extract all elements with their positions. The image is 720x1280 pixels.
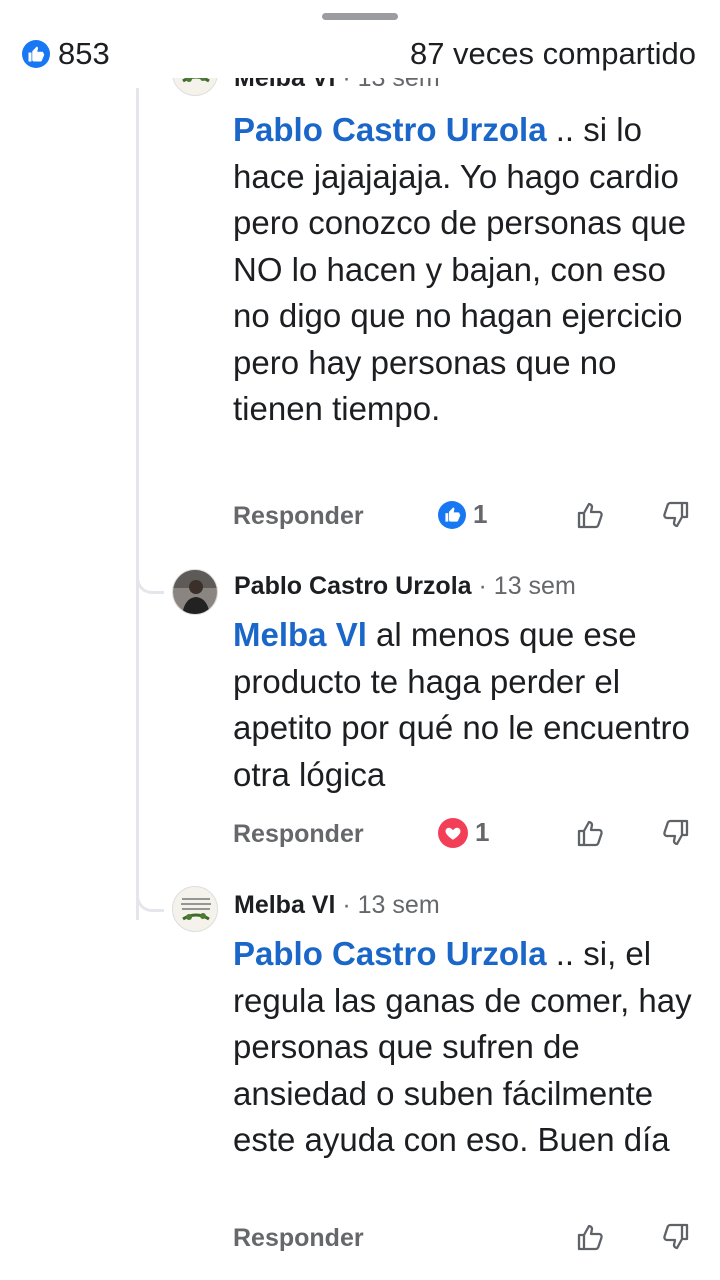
like-reaction-icon xyxy=(438,500,466,529)
comment-text: Pablo Castro Urzola .. si, el regula las… xyxy=(233,931,705,1164)
separator-dot: · xyxy=(478,572,494,600)
comment-time: 13 sem xyxy=(493,572,576,600)
drag-handle[interactable] xyxy=(322,13,398,20)
like-count: 853 xyxy=(58,36,110,71)
comment-author[interactable]: Melba Vl xyxy=(234,891,335,919)
thread-connector xyxy=(136,572,164,594)
comment-mention[interactable]: Melba Vl xyxy=(233,616,367,653)
avatar[interactable] xyxy=(172,569,218,615)
comment-meta: Pablo Castro Urzola · 13 sem xyxy=(234,572,576,601)
thumb-down-outline-icon[interactable] xyxy=(659,1221,691,1253)
reply-button[interactable]: Responder xyxy=(233,1224,364,1253)
reaction-count-value: 1 xyxy=(473,499,488,529)
comment-text: Pablo Castro Urzola .. si lo hace jajaja… xyxy=(233,107,705,433)
comment-meta: Melba Vl · 13 sem xyxy=(234,78,440,93)
reaction-count[interactable]: 1 xyxy=(438,817,489,848)
comments-sheet: 853 87 veces compartido Melba Vl · 13 se… xyxy=(0,0,720,1280)
avatar[interactable] xyxy=(172,886,218,932)
reactions-summary-bar: 853 87 veces compartido xyxy=(0,30,720,78)
comment-time: 13 sem xyxy=(357,891,440,919)
comment-body: .. si lo hace jajajajaja. Yo hago cardio… xyxy=(233,111,687,427)
reaction-count[interactable]: 1 xyxy=(438,499,487,530)
thread-connector xyxy=(136,890,164,912)
comment-actions: Responder 1 xyxy=(233,498,703,538)
reply-button[interactable]: Responder xyxy=(233,502,364,531)
reaction-count-value: 1 xyxy=(475,817,490,847)
thumb-up-outline-icon[interactable] xyxy=(575,817,607,849)
comment-meta: Melba Vl · 13 sem xyxy=(234,891,440,920)
thumb-down-outline-icon[interactable] xyxy=(659,499,691,531)
comment-mention[interactable]: Pablo Castro Urzola xyxy=(233,935,547,972)
comment-text: Melba Vl al menos que ese producto te ha… xyxy=(233,612,705,798)
comment-author[interactable]: Melba Vl xyxy=(234,78,335,92)
comment-author[interactable]: Pablo Castro Urzola xyxy=(234,572,472,600)
clipped-comment-header: Melba Vl · 13 sem xyxy=(0,78,720,96)
separator-dot: · xyxy=(342,78,358,92)
comment-actions: Responder 1 xyxy=(233,816,703,856)
thumb-up-outline-icon[interactable] xyxy=(575,499,607,531)
reply-button[interactable]: Responder xyxy=(233,820,364,849)
like-reaction-icon xyxy=(22,40,50,68)
avatar[interactable] xyxy=(172,78,218,96)
love-reaction-icon xyxy=(438,817,468,848)
thread-line xyxy=(136,88,139,920)
comment-actions: Responder xyxy=(233,1220,703,1260)
shares-count[interactable]: 87 veces compartido xyxy=(410,36,696,72)
thumb-down-outline-icon[interactable] xyxy=(659,817,691,849)
thumb-up-outline-icon[interactable] xyxy=(575,1221,607,1253)
comment-time: 13 sem xyxy=(357,78,440,92)
reaction-summary[interactable]: 853 xyxy=(22,36,110,72)
comment-mention[interactable]: Pablo Castro Urzola xyxy=(233,111,547,148)
separator-dot: · xyxy=(342,891,358,919)
